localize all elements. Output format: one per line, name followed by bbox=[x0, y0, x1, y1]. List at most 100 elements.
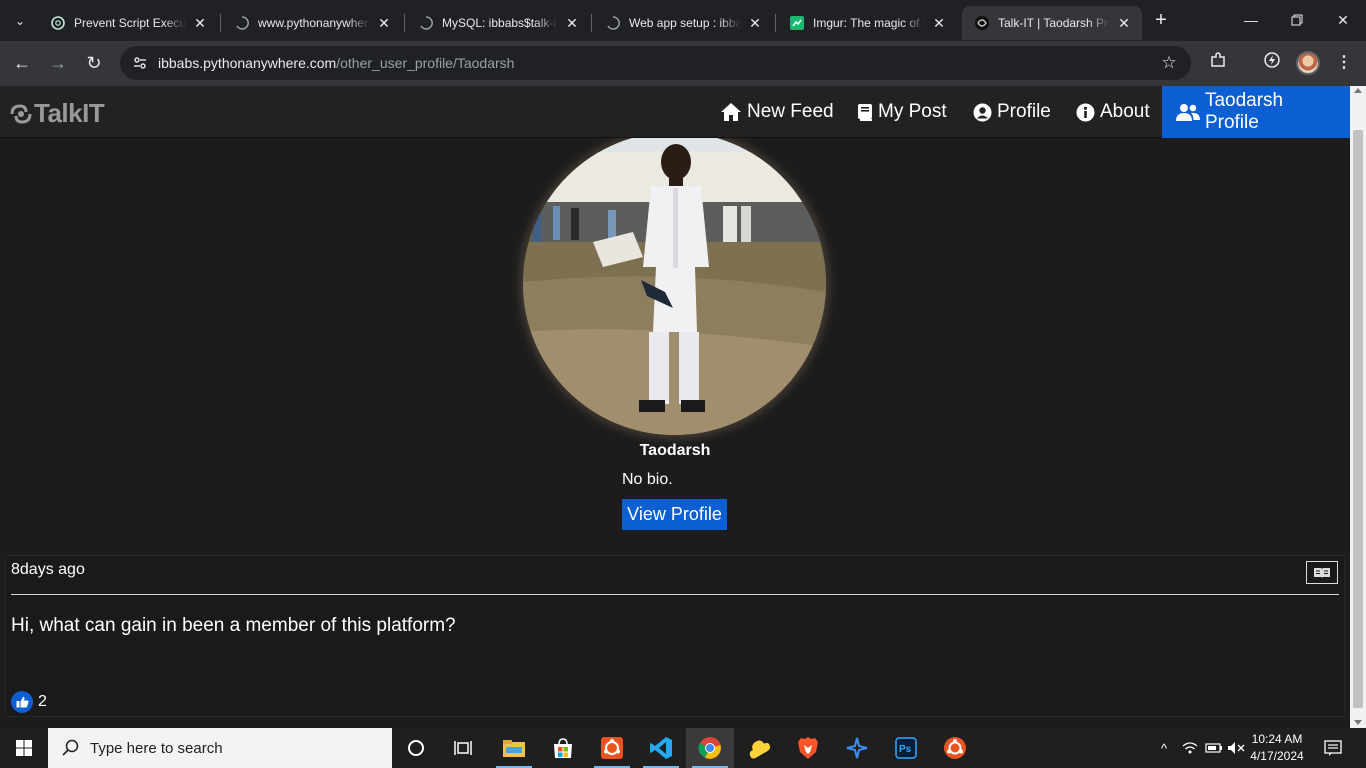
volume-muted-icon[interactable] bbox=[1224, 728, 1248, 768]
nav-taodarsh-profile[interactable]: Taodarsh Profile bbox=[1162, 86, 1350, 138]
performance-icon[interactable] bbox=[1260, 51, 1284, 75]
nav-my-post[interactable]: My Post bbox=[849, 86, 955, 138]
loading-spinner-icon bbox=[418, 15, 434, 31]
task-view-icon[interactable] bbox=[440, 728, 488, 768]
open-post-book-icon[interactable] bbox=[1306, 561, 1338, 584]
system-clock[interactable]: 10:24 AM 4/17/2024 bbox=[1246, 731, 1308, 765]
browser-tab-active[interactable]: Talk-IT | Taodarsh Pro ✕ bbox=[962, 6, 1142, 40]
site-logo[interactable]: TalkIT bbox=[8, 98, 105, 129]
tab-title: www.pythonanywhere.c bbox=[258, 16, 370, 30]
show-hidden-icons-chevron-icon[interactable]: ^ bbox=[1152, 728, 1176, 768]
loading-spinner-icon bbox=[605, 15, 621, 31]
scrollbar-thumb[interactable] bbox=[1353, 130, 1363, 708]
talkit-logo-icon bbox=[10, 103, 32, 124]
close-tab-icon[interactable]: ✕ bbox=[1116, 15, 1132, 31]
logo-text: TalkIT bbox=[34, 98, 105, 128]
browser-profile-avatar[interactable] bbox=[1296, 51, 1320, 75]
thumbs-up-icon[interactable] bbox=[11, 691, 33, 713]
ubuntu-terminal-icon[interactable] bbox=[588, 728, 636, 768]
close-tab-icon[interactable]: ✕ bbox=[747, 15, 763, 31]
browser-tab[interactable]: Web app setup : ibbab ✕ bbox=[593, 6, 773, 40]
windows-taskbar: Type here to search Ps ^ 10:24 AM 4/17/2… bbox=[0, 728, 1366, 768]
windows-start-icon[interactable] bbox=[0, 728, 48, 768]
photoshop-icon[interactable]: Ps bbox=[882, 728, 930, 768]
url-path: /other_user_profile/Taodarsh bbox=[336, 55, 515, 71]
extensions-puzzle-icon[interactable] bbox=[1206, 51, 1230, 75]
profile-bio: No bio. bbox=[622, 471, 673, 488]
cortana-icon[interactable] bbox=[392, 728, 440, 768]
post-divider bbox=[11, 594, 1339, 595]
scroll-down-arrow-icon[interactable] bbox=[1354, 720, 1362, 725]
info-circle-icon bbox=[1076, 103, 1095, 121]
browser-tab[interactable]: Prevent Script Executi ✕ bbox=[38, 6, 218, 40]
url-domain: ibbabs.pythonanywhere.com bbox=[158, 55, 337, 71]
new-tab-icon[interactable]: + bbox=[1150, 9, 1172, 31]
app-launcher-icon[interactable] bbox=[833, 728, 881, 768]
notification-center-icon[interactable] bbox=[1320, 728, 1346, 768]
page-scrollbar[interactable] bbox=[1350, 86, 1366, 728]
tab-search-chevron-icon[interactable]: ⌄ bbox=[8, 9, 32, 33]
browser-tab-strip: ⌄ Prevent Script Executi ✕ www.pythonany… bbox=[0, 0, 1366, 41]
tab-title: Talk-IT | Taodarsh Pro bbox=[998, 16, 1110, 30]
talkit-icon bbox=[974, 15, 990, 31]
browser-tab[interactable]: MySQL: ibbabs$talk-it ✕ bbox=[406, 6, 590, 40]
brave-browser-icon[interactable] bbox=[784, 728, 832, 768]
minimize-icon[interactable]: — bbox=[1228, 0, 1274, 40]
search-placeholder: Type here to search bbox=[90, 739, 223, 757]
nav-label: My Post bbox=[878, 101, 947, 122]
profile-username: Taodarsh bbox=[639, 442, 711, 459]
page-viewport: TalkIT New Feed My Post Profile About Ta… bbox=[0, 86, 1366, 728]
nav-label: Taodarsh Profile bbox=[1204, 90, 1284, 133]
tab-title: MySQL: ibbabs$talk-it bbox=[442, 16, 558, 30]
book-icon bbox=[858, 103, 872, 121]
wifi-icon[interactable] bbox=[1178, 728, 1202, 768]
users-icon bbox=[1176, 103, 1200, 121]
close-window-icon[interactable]: ✕ bbox=[1320, 0, 1366, 40]
vscode-icon[interactable] bbox=[637, 728, 685, 768]
profile-picture bbox=[523, 132, 826, 435]
back-arrow-icon[interactable]: ← bbox=[8, 49, 36, 77]
chrome-icon[interactable] bbox=[686, 728, 734, 768]
tab-title: Web app setup : ibbab bbox=[629, 16, 741, 30]
cloud-app-icon[interactable] bbox=[735, 728, 783, 768]
tab-title: Prevent Script Executi bbox=[74, 16, 186, 30]
tab-title: Imgur: The magic of th bbox=[813, 16, 925, 30]
close-tab-icon[interactable]: ✕ bbox=[564, 15, 580, 31]
post-card: 8days ago Hi, what can gain in been a me… bbox=[5, 555, 1345, 717]
restore-icon[interactable] bbox=[1274, 0, 1320, 40]
user-circle-icon bbox=[973, 103, 992, 121]
nav-label: Profile bbox=[997, 101, 1051, 122]
nav-label: New Feed bbox=[747, 101, 834, 122]
view-profile-button[interactable]: View Profile bbox=[622, 499, 727, 530]
openai-icon bbox=[50, 15, 66, 31]
nav-about[interactable]: About bbox=[1068, 86, 1158, 138]
browser-toolbar: ← → ↻ ibbabs.pythonanywhere.com/other_us… bbox=[0, 41, 1366, 86]
taskbar-search-box[interactable]: Type here to search bbox=[48, 728, 392, 768]
file-explorer-icon[interactable] bbox=[490, 728, 538, 768]
battery-icon[interactable] bbox=[1202, 728, 1226, 768]
nav-label: About bbox=[1100, 101, 1150, 122]
nav-new-feed[interactable]: New Feed bbox=[712, 86, 842, 138]
close-tab-icon[interactable]: ✕ bbox=[192, 15, 208, 31]
clock-date: 4/17/2024 bbox=[1250, 749, 1304, 763]
reload-icon[interactable]: ↻ bbox=[80, 49, 108, 77]
forward-arrow-icon[interactable]: → bbox=[44, 49, 72, 77]
menu-kebab-icon[interactable]: ⋮ bbox=[1332, 51, 1356, 75]
clock-time: 10:24 AM bbox=[1251, 732, 1303, 746]
ubuntu-icon[interactable] bbox=[931, 728, 979, 768]
browser-tab[interactable]: www.pythonanywhere.c ✕ bbox=[222, 6, 402, 40]
post-likes: 2 bbox=[11, 691, 47, 713]
svg-text:Ps: Ps bbox=[899, 744, 912, 755]
site-info-icon[interactable] bbox=[128, 51, 152, 75]
scroll-up-arrow-icon[interactable] bbox=[1354, 88, 1362, 93]
nav-profile[interactable]: Profile bbox=[965, 86, 1059, 138]
microsoft-store-icon[interactable] bbox=[539, 728, 587, 768]
close-tab-icon[interactable]: ✕ bbox=[931, 15, 947, 31]
address-bar[interactable]: ibbabs.pythonanywhere.com/other_user_pro… bbox=[120, 46, 1191, 80]
loading-spinner-icon bbox=[234, 15, 250, 31]
bookmark-star-icon[interactable]: ☆ bbox=[1159, 53, 1179, 73]
close-tab-icon[interactable]: ✕ bbox=[376, 15, 392, 31]
url-text: ibbabs.pythonanywhere.com/other_user_pro… bbox=[158, 55, 514, 71]
search-icon bbox=[62, 739, 79, 756]
browser-tab[interactable]: Imgur: The magic of th ✕ bbox=[777, 6, 957, 40]
